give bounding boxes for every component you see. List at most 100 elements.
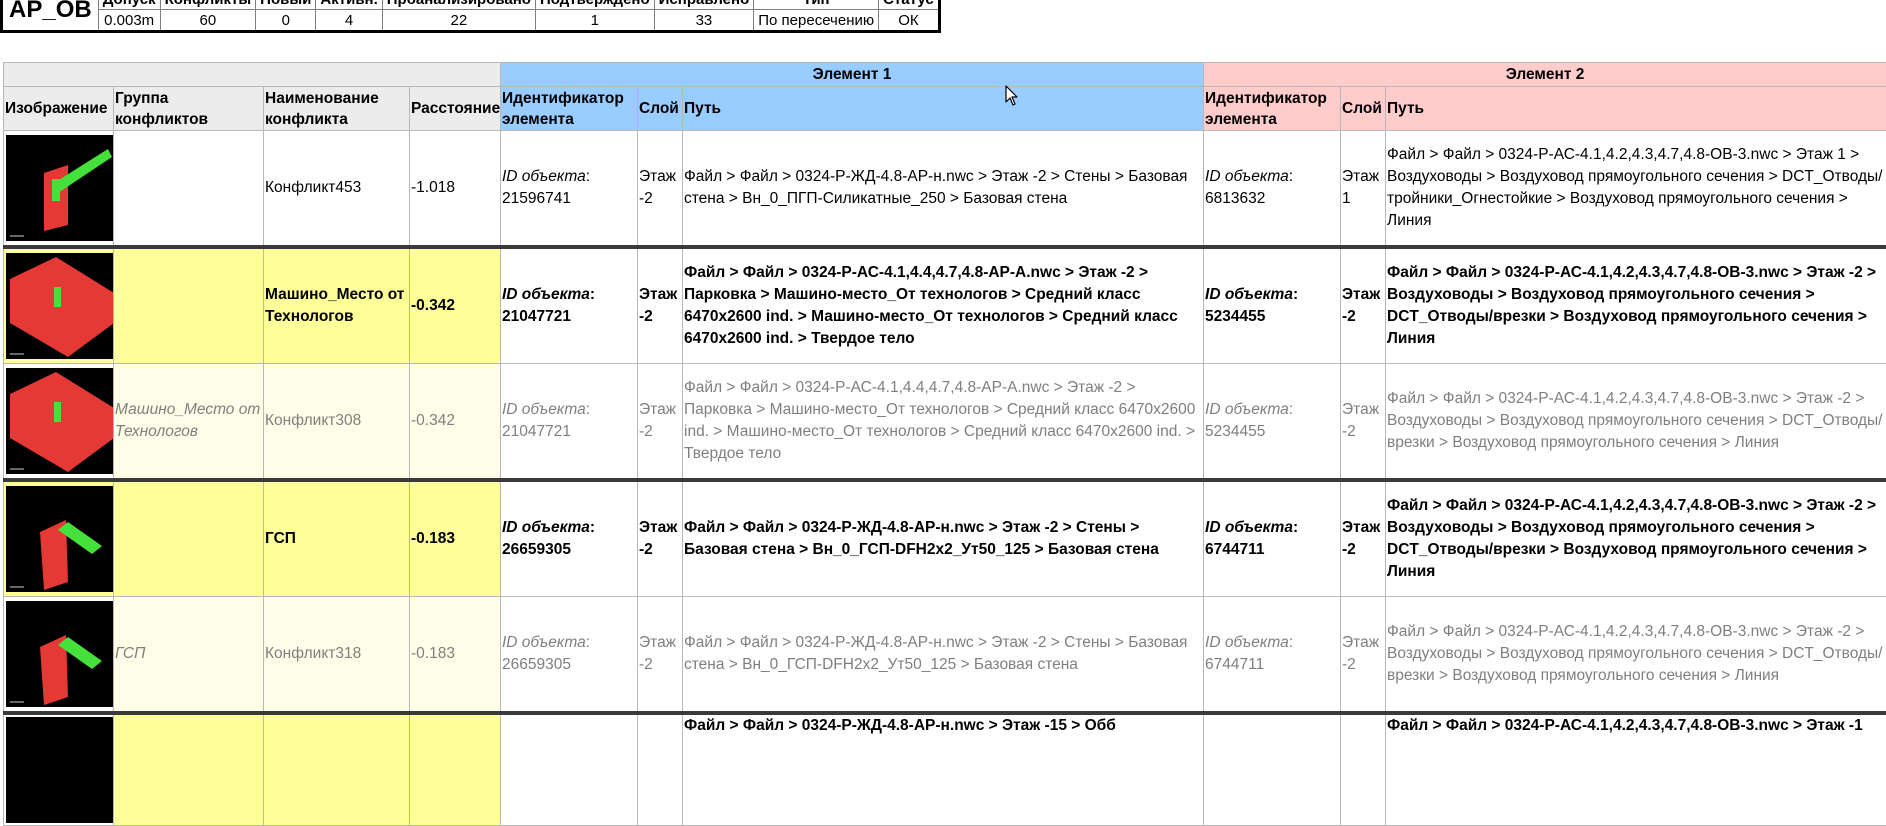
element2-path: Файл > Файл > 0324-Р-АС-4.1,4.2,4.3,4.7,…	[1386, 597, 1886, 714]
element1-id-value: 21047721	[502, 308, 571, 325]
summary-status: ОК	[879, 10, 940, 32]
clash-thumbnail-image	[6, 368, 114, 474]
clash-thumbnail-image	[6, 717, 114, 823]
clash-group: Машино_Место от Технологов	[114, 364, 264, 481]
clash-distance: -0.183	[410, 480, 501, 597]
summary-reviewed: 22	[382, 10, 535, 32]
summary-new: 0	[256, 10, 316, 32]
summary-header-type: Тип	[754, 0, 879, 10]
element1-layer	[638, 713, 683, 826]
element2-layer: Этаж 1	[1341, 131, 1386, 248]
summary-active: 4	[316, 10, 382, 32]
clash-group	[114, 713, 264, 826]
col-header-path1: Путь	[683, 87, 1204, 131]
col-header-id2: Идентификатор элемента	[1204, 87, 1341, 131]
id-label: ID объекта	[1205, 168, 1289, 185]
element1-layer: Этаж -2	[638, 480, 683, 597]
element1-id: ID объекта:21596741	[501, 131, 638, 248]
summary-header-status: Статус	[879, 0, 940, 10]
element2-path: Файл > Файл > 0324-Р-АС-4.1,4.2,4.3,4.7,…	[1386, 247, 1886, 364]
group-header-row: Элемент 1 Элемент 2	[4, 63, 1886, 87]
summary-header-active: Активн.	[316, 0, 382, 10]
element2-id	[1204, 713, 1341, 826]
element1-path: Файл > Файл > 0324-Р-ЖД-4.8-АР-н.nwc > Э…	[683, 131, 1204, 248]
table-row-partial[interactable]: Файл > Файл > 0324-Р-ЖД-4.8-АР-н.nwc > Э…	[4, 713, 1886, 826]
element2-layer: Этаж -2	[1341, 480, 1386, 597]
col-header-layer1: Слой	[638, 87, 683, 131]
group-header-blank	[4, 63, 501, 87]
summary-approved: 1	[535, 10, 654, 32]
col-header-layer2: Слой	[1341, 87, 1386, 131]
summary-value-row: 0.003m 60 0 4 22 1 33 По пересечению ОК	[2, 10, 940, 32]
summary-test-name: АР_ОВ	[2, 0, 99, 32]
clash-distance: -0.342	[410, 364, 501, 481]
element1-path: Файл > Файл > 0324-Р-АС-4.1,4.4,4.7,4.8-…	[683, 364, 1204, 481]
summary-header-conflicts: Конфликты	[160, 0, 256, 10]
id-label: ID объекта	[1205, 519, 1293, 536]
element1-layer: Этаж -2	[638, 597, 683, 714]
clash-name	[264, 713, 410, 826]
element1-path: Файл > Файл > 0324-Р-ЖД-4.8-АР-н.nwc > Э…	[683, 597, 1204, 714]
element2-layer: Этаж -2	[1341, 597, 1386, 714]
element1-id: ID объекта:26659305	[501, 480, 638, 597]
element1-id-value: 26659305	[502, 656, 571, 673]
col-header-image: Изображение	[4, 87, 114, 131]
element1-path: Файл > Файл > 0324-Р-ЖД-4.8-АР-н.nwc > Э…	[683, 480, 1204, 597]
mouse-cursor-icon	[1005, 85, 1021, 107]
clash-name: Конфликт318	[264, 597, 410, 714]
summary-tolerance: 0.003m	[98, 10, 160, 32]
clash-group	[114, 247, 264, 364]
clash-thumbnail-image	[6, 253, 114, 359]
element1-id	[501, 713, 638, 826]
element2-id: ID объекта:6813632	[1204, 131, 1341, 248]
element1-id-value: 26659305	[502, 541, 571, 558]
col-header-id1: Идентификатор элемента	[501, 87, 638, 131]
id-label: ID объекта	[1205, 286, 1293, 303]
table-row[interactable]: Конфликт453 -1.018 ID объекта:21596741 Э…	[4, 131, 1886, 248]
table-row-subitem[interactable]: ГСП Конфликт318 -0.183 ID объекта:266593…	[4, 597, 1886, 714]
element2-id-value: 6744711	[1205, 541, 1265, 558]
element2-id-value: 6813632	[1205, 190, 1265, 207]
element2-layer: Этаж -2	[1341, 247, 1386, 364]
clash-image-cell	[4, 131, 114, 248]
element2-group-header: Элемент 2	[1204, 63, 1886, 87]
element1-layer: Этаж -2	[638, 247, 683, 364]
element2-path: Файл > Файл > 0324-Р-АС-4.1,4.2,4.3,4.7,…	[1386, 713, 1886, 826]
clash-distance	[410, 713, 501, 826]
clash-distance: -0.342	[410, 247, 501, 364]
element2-id: ID объекта:6744711	[1204, 480, 1341, 597]
clash-name: Машино_Место от Технологов	[264, 247, 410, 364]
id-label: ID объекта	[502, 168, 586, 185]
table-row-subitem[interactable]: Машино_Место от Технологов Конфликт308 -…	[4, 364, 1886, 481]
table-row-group[interactable]: Машино_Место от Технологов -0.342 ID объ…	[4, 247, 1886, 364]
clash-thumbnail-image	[6, 135, 114, 241]
summary-resolved: 33	[654, 10, 754, 32]
element1-id: ID объекта:26659305	[501, 597, 638, 714]
clash-group	[114, 131, 264, 248]
clash-distance: -0.183	[410, 597, 501, 714]
summary-header-approved: Подтверждено	[535, 0, 654, 10]
element2-path: Файл > Файл > 0324-Р-АС-4.1,4.2,4.3,4.7,…	[1386, 131, 1886, 248]
clash-name: Конфликт453	[264, 131, 410, 248]
element1-layer: Этаж -2	[638, 131, 683, 248]
col-header-name: Наименование конфликта	[264, 87, 410, 131]
element2-id-value: 6744711	[1205, 656, 1264, 673]
summary-table: АР_ОВ Допуск Конфликты Новый Активн. Про…	[0, 0, 941, 33]
id-label: ID объекта	[502, 634, 586, 651]
summary-header-reviewed: Проанализировано	[382, 0, 535, 10]
col-header-distance: Расстояние	[410, 87, 501, 131]
clash-image-cell	[4, 713, 114, 826]
id-label: ID объекта	[1205, 401, 1289, 418]
clash-image-cell	[4, 247, 114, 364]
summary-header-row: АР_ОВ Допуск Конфликты Новый Активн. Про…	[2, 0, 940, 10]
element2-id-value: 5234455	[1205, 423, 1265, 440]
element1-layer: Этаж -2	[638, 364, 683, 481]
element1-group-header: Элемент 1	[501, 63, 1204, 87]
element1-path: Файл > Файл > 0324-Р-АС-4.1,4.4,4.7,4.8-…	[683, 247, 1204, 364]
id-label: ID объекта	[502, 401, 586, 418]
table-row-group[interactable]: ГСП -0.183 ID объекта:26659305 Этаж -2 Ф…	[4, 480, 1886, 597]
clash-report-table: Элемент 1 Элемент 2 Изображение Группа к…	[3, 62, 1886, 826]
clash-thumbnail-image	[6, 486, 114, 592]
clash-name: Конфликт308	[264, 364, 410, 481]
element2-path: Файл > Файл > 0324-Р-АС-4.1,4.2,4.3,4.7,…	[1386, 364, 1886, 481]
